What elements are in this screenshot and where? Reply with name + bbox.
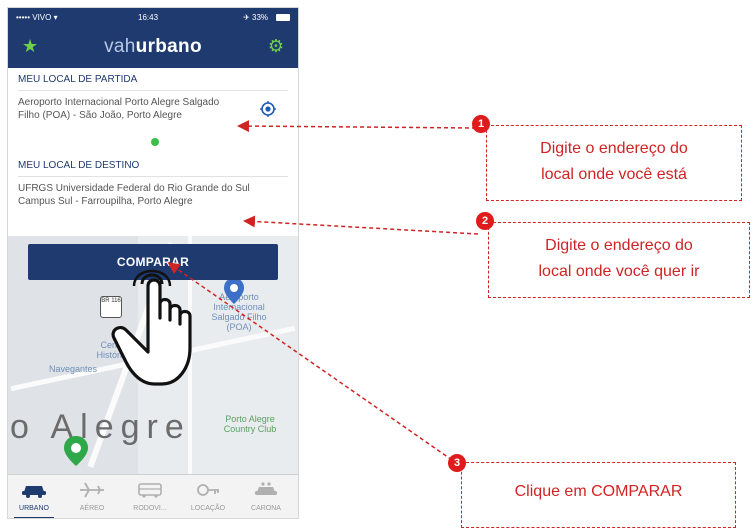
callout-box-3: Clique em COMPARAR	[461, 462, 736, 528]
arrow-to-origin	[237, 120, 477, 133]
callout-2-line-2: local onde você quer ir	[538, 263, 700, 280]
callout-2-line-1: Digite o endereço do	[545, 237, 693, 254]
callout-3-line-1: Clique em COMPARAR	[514, 483, 683, 500]
callout-box-1: Digite o endereço do local onde você est…	[486, 125, 742, 201]
arrow-to-compare	[167, 262, 453, 461]
arrow-to-destination	[243, 215, 479, 235]
callout-1-line-2: local onde você está	[541, 166, 687, 183]
callout-1-line-1: Digite o endereço do	[540, 140, 688, 157]
callout-box-2: Digite o endereço do local onde você que…	[488, 222, 750, 298]
